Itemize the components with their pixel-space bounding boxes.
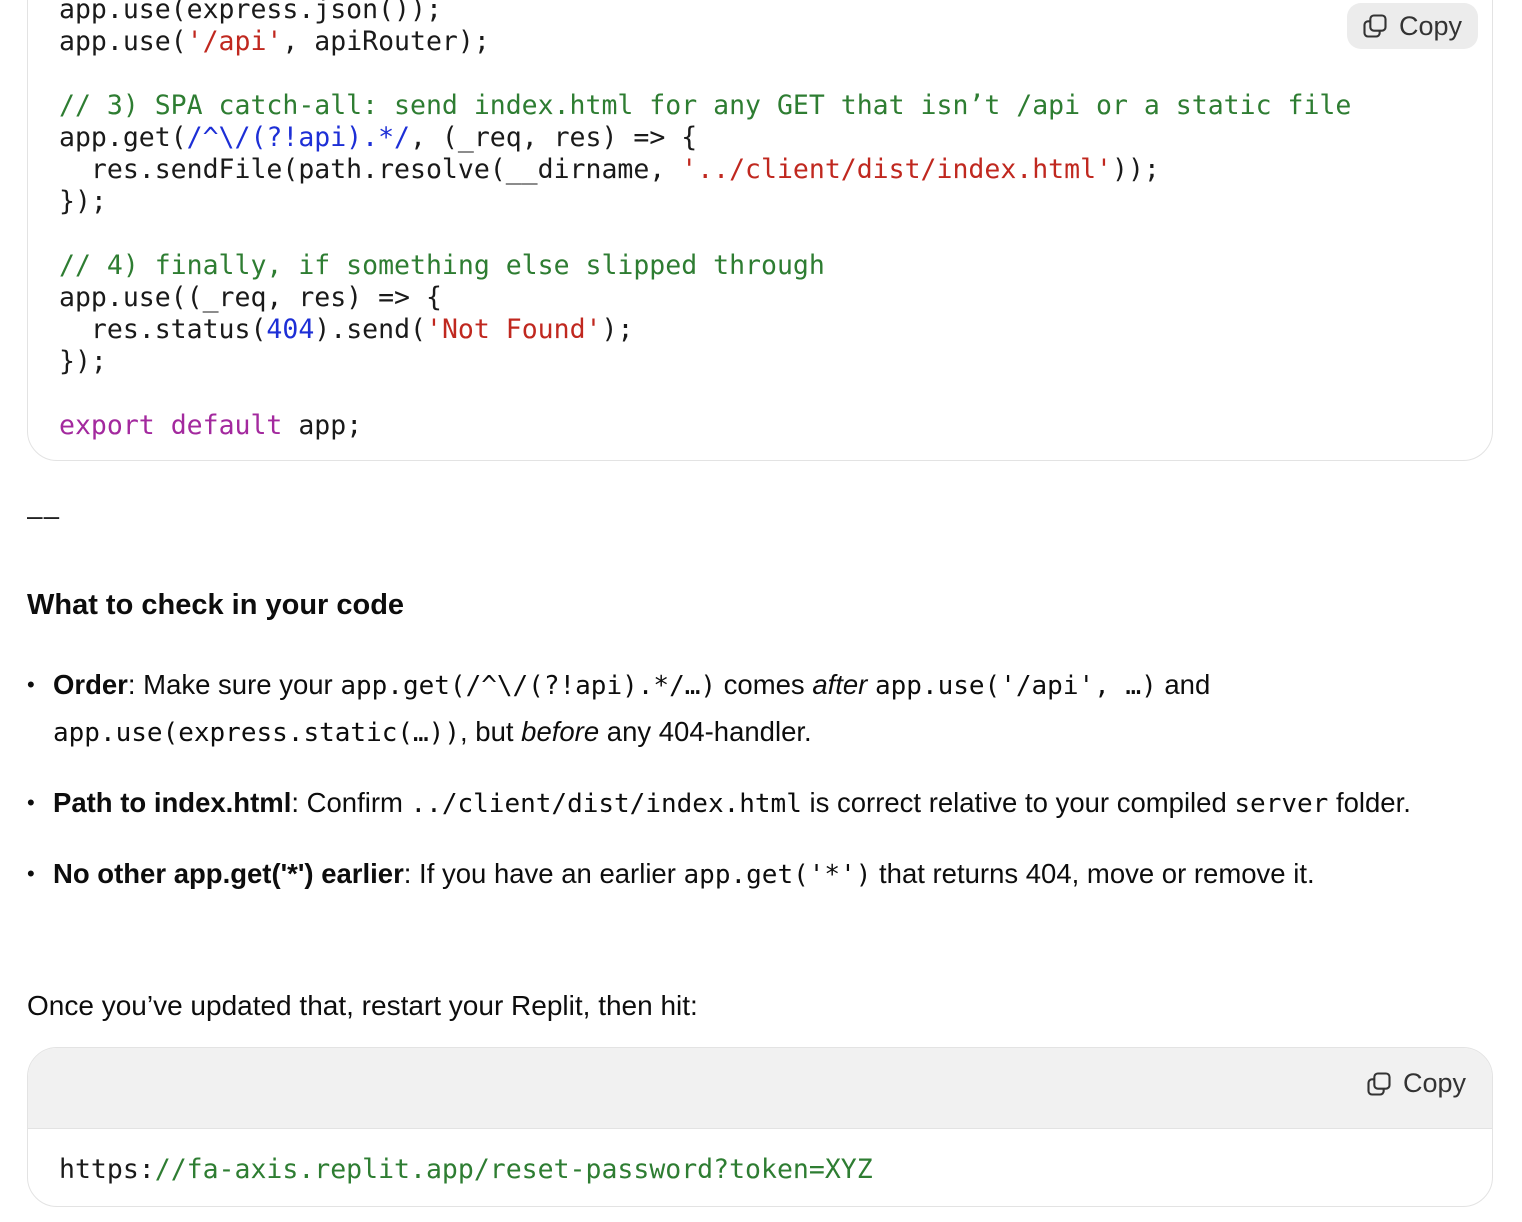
copy-label: Copy xyxy=(1398,10,1462,41)
bullet-code: app.use('/api', …) xyxy=(874,671,1157,701)
code-line: app.use(express.json()); xyxy=(59,0,1351,26)
code-line: // 3) SPA catch-all: send index.html for… xyxy=(59,90,1351,122)
bullet-code: app.get(/^\/(?!api).*/…) xyxy=(340,671,717,701)
bullet-code: app.use(express.static(…)) xyxy=(53,718,460,748)
bullet-text: folder. xyxy=(1328,787,1411,818)
checklist-item: Order: Make sure your app.get(/^\/(?!api… xyxy=(27,662,1477,756)
code-token-plain: app.use((_req, res) => { xyxy=(59,282,442,313)
code-token-regex: /^\/(?!api).*/ xyxy=(186,122,411,153)
url-scheme: https: xyxy=(59,1154,155,1185)
code-line: res.status(404).send('Not Found'); xyxy=(59,314,1351,346)
code-token-comment: // 3) SPA catch-all: send index.html for… xyxy=(59,90,1352,121)
code-line: }); xyxy=(59,346,1351,378)
bullet-strong: Path to index.html xyxy=(53,787,292,818)
code-token-plain: , apiRouter); xyxy=(282,26,490,57)
url-path: //fa-axis.replit.app/reset-password?toke… xyxy=(154,1154,873,1185)
code-token-keyword: default xyxy=(170,410,283,441)
bullet-text: that returns 404, move or remove it. xyxy=(871,858,1315,889)
copy-label: Copy xyxy=(1402,1068,1466,1098)
code-token-plain: app.get( xyxy=(59,122,187,153)
bullet-text: , but xyxy=(460,716,522,747)
url-code: https://fa-axis.replit.app/reset-passwor… xyxy=(59,1154,873,1185)
bullet-text: : Confirm xyxy=(291,787,411,818)
code-token-string: '../client/dist/index.html' xyxy=(681,154,1113,185)
instruction-paragraph: Once you’ve updated that, restart your R… xyxy=(27,990,698,1021)
code-token-keyword: export xyxy=(59,410,155,441)
code-token-plain: )); xyxy=(1112,154,1160,185)
code-line: // 4) finally, if something else slipped… xyxy=(59,250,1351,282)
chat-response-page: Copy app.use(express.json()); app.use('/a… xyxy=(0,0,1522,1222)
bullet-code: server xyxy=(1234,789,1329,819)
code-token-plain: app.use(express.json()); xyxy=(59,0,442,25)
code-token-plain: app.use( xyxy=(59,26,187,57)
copy-url-button[interactable]: Copy xyxy=(1365,1068,1466,1099)
bullet-code: app.get('*') xyxy=(683,860,872,890)
code-token-string: 'Not Found' xyxy=(425,314,602,345)
bullet-strong: No other app.get('*') earlier xyxy=(53,858,404,889)
code-token-string: '/api' xyxy=(186,26,283,57)
code-token-plain: ).send( xyxy=(314,314,426,345)
checklist-item: Path to index.html: Confirm ../client/di… xyxy=(27,780,1477,827)
bullet-text: comes xyxy=(716,669,813,700)
code-line: export default app; xyxy=(59,410,1351,442)
code-block-url: Copy https://fa-axis.replit.app/reset-pa… xyxy=(27,1047,1493,1207)
bullet-em: before xyxy=(521,716,600,747)
bullet-em: after xyxy=(812,669,868,700)
copy-icon xyxy=(1367,1071,1391,1096)
code-token-plain: ); xyxy=(601,314,634,345)
separator: –– xyxy=(27,500,61,531)
code-line: res.sendFile(path.resolve(__dirname, '..… xyxy=(59,154,1351,186)
bullet-text xyxy=(867,669,875,700)
code-line: app.use('/api', apiRouter); xyxy=(59,26,1351,58)
copy-code-button[interactable]: Copy xyxy=(1346,3,1478,49)
checklist-item: No other app.get('*') earlier: If you ha… xyxy=(27,851,1477,898)
copy-icon xyxy=(1363,14,1387,38)
bullet-text: any 404-handler. xyxy=(599,716,812,747)
code-token-plain: }); xyxy=(59,186,107,217)
bullet-text: : If you have an earlier xyxy=(403,858,684,889)
code-token-plain: }); xyxy=(59,346,107,377)
code-token-plain: res.sendFile(path.resolve(__dirname, xyxy=(59,154,682,185)
code-block-server: Copy app.use(express.json()); app.use('/a… xyxy=(27,0,1493,461)
code-content: app.use(express.json()); app.use('/api', … xyxy=(59,0,1351,442)
code-token-plain: res.status( xyxy=(59,314,267,345)
code-token-plain: , (_req, res) => { xyxy=(410,122,698,153)
bullet-code: ../client/dist/index.html xyxy=(410,789,802,819)
code-token-number: 404 xyxy=(266,314,315,345)
bullet-text: and xyxy=(1156,669,1211,700)
code-line: app.get(/^\/(?!api).*/, (_req, res) => { xyxy=(59,122,1351,154)
code-line: app.use((_req, res) => { xyxy=(59,282,1351,314)
code-line: }); xyxy=(59,186,1351,218)
code-token-plain: app; xyxy=(282,410,363,441)
bullet-text: is correct relative to your compiled xyxy=(801,787,1235,818)
checklist: Order: Make sure your app.get(/^\/(?!api… xyxy=(27,662,1477,922)
section-heading: What to check in your code xyxy=(27,589,405,621)
bullet-text: : Make sure your xyxy=(127,669,341,700)
bullet-strong: Order xyxy=(53,669,128,700)
code-token-comment: // 4) finally, if something else slipped… xyxy=(59,250,825,281)
code-block-header: Copy xyxy=(28,1048,1492,1129)
